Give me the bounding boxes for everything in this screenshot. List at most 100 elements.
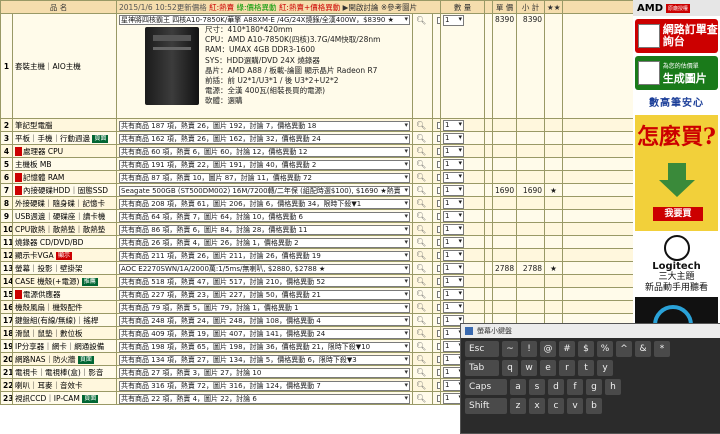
product-select[interactable]: 共有商品 22 項，熱賣 4，圖片 22，討論 6 [119,393,411,404]
search-icon[interactable]: 🔍︎ [416,276,426,287]
qty-select[interactable]: 1 [443,250,465,261]
product-select[interactable]: 共有商品 86 項，熱賣 6，圖片 84，討論 28，價格異動 11 [119,224,411,235]
compare-checkbox[interactable] [437,304,440,311]
product-select[interactable]: 共有商品 87 項，熱賣 10，圖片 87，討論 11，價格異動 72 [119,172,411,183]
product-select[interactable]: 共有商品 27 項，熱賣 3，圖片 27，討論 10 [119,367,411,378]
search-icon[interactable]: 🔍︎ [416,302,426,313]
search-icon[interactable]: 🔍︎ [416,15,426,26]
compare-checkbox[interactable] [437,291,440,298]
qty-select[interactable]: 1 [443,172,465,183]
product-select[interactable]: 共有商品 191 項，熱賣 22，圖片 191，討論 40，價格異動 2 [119,159,411,170]
product-select[interactable]: 星神將四核霸王 四核A10-7850K/華擎 A88XM-E /4G/24X燒錄… [119,15,411,25]
category-label[interactable]: 滑鼠｜鼠墊｜數位板 [15,329,83,338]
qty-select[interactable]: 1 [443,263,465,274]
key-char[interactable]: e [540,360,556,376]
qty-select[interactable]: 1 [443,185,465,196]
compare-checkbox[interactable] [437,148,440,155]
qty-select[interactable]: 1 [443,15,465,26]
search-icon[interactable]: 🔍︎ [416,393,426,404]
search-icon[interactable]: 🔍︎ [416,250,426,261]
search-icon[interactable]: 🔍︎ [416,315,426,326]
compare-checkbox[interactable] [437,135,440,142]
qty-select[interactable]: 1 [443,289,465,300]
compare-checkbox[interactable] [437,317,440,324]
key-char[interactable]: b [586,398,602,414]
category-label[interactable]: 喇叭｜耳麥｜音效卡 [15,381,83,390]
search-icon[interactable]: 🔍︎ [416,133,426,144]
compare-checkbox[interactable] [437,200,440,207]
search-icon[interactable]: 🔍︎ [416,198,426,209]
category-label[interactable]: 平板｜手機｜行動週邊 [15,134,90,143]
product-select[interactable]: 共有商品 248 項，熱賣 24，圖片 248，討論 108，價格異動 4 [119,315,411,326]
qty-select[interactable]: 1 [443,211,465,222]
category-label[interactable]: 內接硬碟HDD｜固態SSD [23,186,108,195]
qty-select[interactable]: 1 [443,146,465,157]
order-query-button[interactable]: 網路訂單查詢台 [635,19,718,53]
compare-checkbox[interactable] [437,213,440,220]
category-label[interactable]: CPU散熱｜散熱墊｜散熱墊 [15,225,105,234]
search-icon[interactable]: 🔍︎ [416,146,426,157]
category-label[interactable]: 螢幕｜投影｜壁掛架 [15,264,83,273]
category-label[interactable]: 顯示卡VGA [15,251,54,260]
search-icon[interactable]: 🔍︎ [416,211,426,222]
category-label[interactable]: 電視卡｜電視棒(盒)｜影音 [15,368,103,377]
key-shift[interactable]: Shift [465,398,507,414]
key-char[interactable]: x [529,398,545,414]
qty-select[interactable]: 1 [443,302,465,313]
category-label[interactable]: IP分享器｜網卡｜網通設備 [15,342,104,351]
key-char[interactable]: f [567,379,583,395]
key-char[interactable]: y [597,360,613,376]
search-icon[interactable]: 🔍︎ [416,237,426,248]
compare-checkbox[interactable] [437,278,440,285]
compare-checkbox[interactable] [437,395,440,402]
key-char[interactable]: * [654,341,670,357]
product-select[interactable]: 共有商品 134 項，熱賣 27，圖片 134，討論 5，價格異動 6，限時下殺… [119,354,411,365]
category-label[interactable]: 電源供應器 [23,290,61,299]
product-select[interactable]: 共有商品 79 項，熱賣 5，圖片 79，討論 1，價格異動 1 [119,302,411,313]
product-select[interactable]: 共有商品 316 項，熱賣 72，圖片 316，討論 124，價格異動 7 [119,380,411,391]
compare-checkbox[interactable] [437,187,440,194]
how-to-buy-ad[interactable]: 怎麼買? 我要買 [635,115,718,231]
compare-checkbox[interactable] [437,239,440,246]
category-label[interactable]: 燒錄器 CD/DVD/BD [15,238,83,247]
key-char[interactable]: @ [540,341,556,357]
search-icon[interactable]: 🔍︎ [416,120,426,131]
product-select[interactable]: 共有商品 64 項，熱賣 7，圖片 64，討論 10，價格異動 6 [119,211,411,222]
search-icon[interactable]: 🔍︎ [416,328,426,339]
qty-select[interactable]: 1 [443,224,465,235]
product-select[interactable]: 共有商品 208 項，熱賣 61，圖片 206，討論 6，價格異動 34，限時下… [119,198,411,209]
ref-photo-link[interactable]: 參考圖片 [387,3,417,12]
category-label[interactable]: 套裝主機｜AIO主機 [11,13,118,119]
compare-checkbox[interactable] [437,330,440,337]
qty-select[interactable]: 1 [443,198,465,209]
onscreen-keyboard[interactable]: 螢幕小鍵盤 Esc ~! @ # $% ^ & * Tab q w e r t y Caps a s d f g h … [460,323,720,434]
key-char[interactable]: r [559,360,575,376]
compare-checkbox[interactable] [437,226,440,233]
key-char[interactable]: ^ [616,341,632,357]
key-char[interactable]: & [635,341,651,357]
product-select[interactable]: 共有商品 60 項，熱賣 6，圖片 60，討論 12，價格異動 12 [119,146,411,157]
search-icon[interactable]: 🔍︎ [416,380,426,391]
category-label[interactable]: 機殼風扇｜機殼配件 [15,303,83,312]
search-icon[interactable]: 🔍︎ [416,341,426,352]
key-char[interactable]: v [567,398,583,414]
search-icon[interactable]: 🔍︎ [416,185,426,196]
key-char[interactable]: s [529,379,545,395]
search-icon[interactable]: 🔍︎ [416,367,426,378]
category-label[interactable]: 網路NAS｜防火牆 [15,355,76,364]
key-char[interactable]: q [502,360,518,376]
compare-checkbox[interactable] [437,161,440,168]
category-label[interactable]: 外接硬碟｜隨身碟｜記憶卡 [15,199,105,208]
product-select[interactable]: 共有商品 518 項，熱賣 47，圖片 517，討論 210，價格異動 52 [119,276,411,287]
product-select[interactable]: 共有商品 211 項，熱賣 26，圖片 211，討論 26，價格異動 19 [119,250,411,261]
category-label[interactable]: 主機板 MB [15,160,52,169]
search-icon[interactable]: 🔍︎ [416,354,426,365]
compare-checkbox[interactable] [437,252,440,259]
compare-checkbox[interactable] [437,174,440,181]
open-discussion-link[interactable]: 開啟討論 [348,3,378,12]
key-char[interactable]: c [548,398,564,414]
product-select[interactable]: 共有商品 409 項，熱賣 19，圖片 407，討論 141，價格異動 24 [119,328,411,339]
qty-select[interactable]: 1 [443,159,465,170]
qty-select[interactable]: 1 [443,120,465,131]
key-char[interactable]: z [510,398,526,414]
